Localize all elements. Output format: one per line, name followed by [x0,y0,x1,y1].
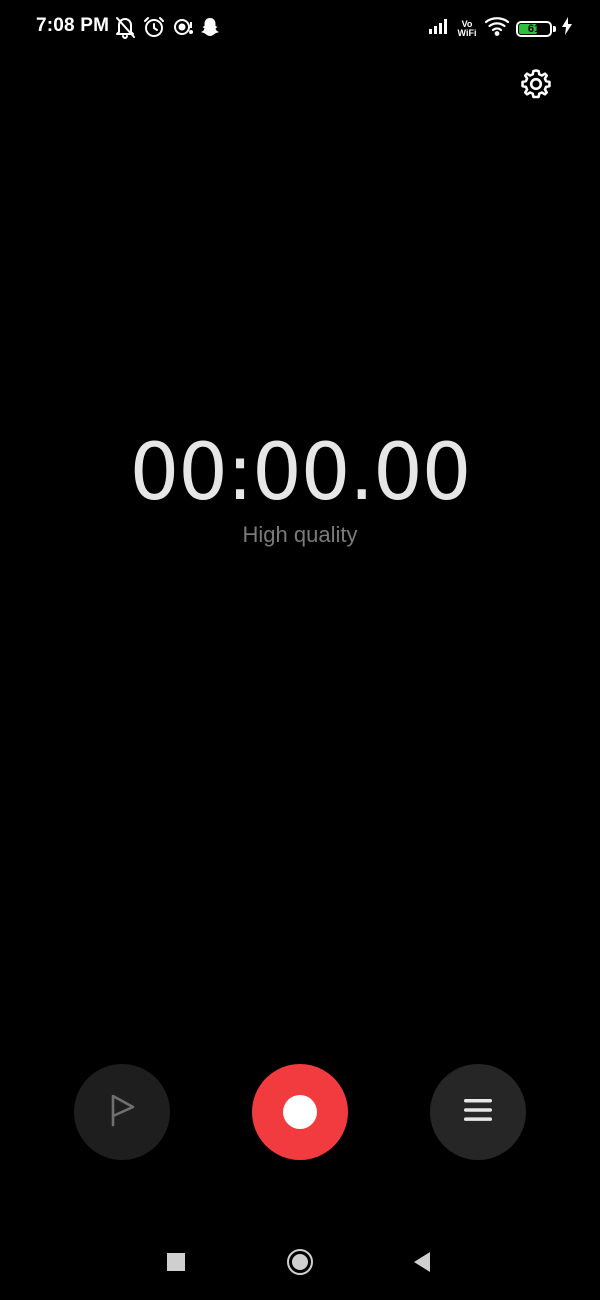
alarm-clock-icon [142,15,166,39]
vowifi-bottom: WiFi [457,27,477,38]
bell-off-icon [114,15,136,39]
record-button[interactable] [252,1064,348,1160]
square-recents-icon [166,1252,186,1277]
triangle-back-icon [412,1251,432,1278]
status-bar: 7:08 PM Vo WiFi 61 [0,0,600,56]
status-right-icons: Vo WiFi 61 [428,16,572,41]
status-left-icons [114,15,220,39]
menu-list-icon [462,1096,494,1129]
signal-icon [428,17,450,40]
battery-level: 61 [527,22,541,35]
settings-button[interactable] [514,64,558,108]
wifi-icon [484,16,510,41]
navigation-bar [0,1236,600,1292]
charging-icon [562,17,572,40]
battery-nub [553,25,556,32]
play-button[interactable] [74,1064,170,1160]
recents-button[interactable] [148,1236,204,1292]
play-outline-icon [107,1093,137,1132]
app-notification-icon [172,15,194,39]
battery-icon: 61 [516,20,552,37]
record-dot-icon [283,1095,317,1129]
back-button[interactable] [394,1236,450,1292]
snapchat-icon [200,16,220,38]
recording-timer: 00:00.00 [129,428,472,518]
quality-label[interactable]: High quality [0,522,600,548]
gear-icon [519,67,553,106]
recordings-list-button[interactable] [430,1064,526,1160]
status-time: 7:08 PM [36,15,110,36]
home-button[interactable] [272,1236,328,1292]
circle-home-icon [286,1248,314,1281]
vowifi-icon: Vo WiFi [456,19,478,38]
